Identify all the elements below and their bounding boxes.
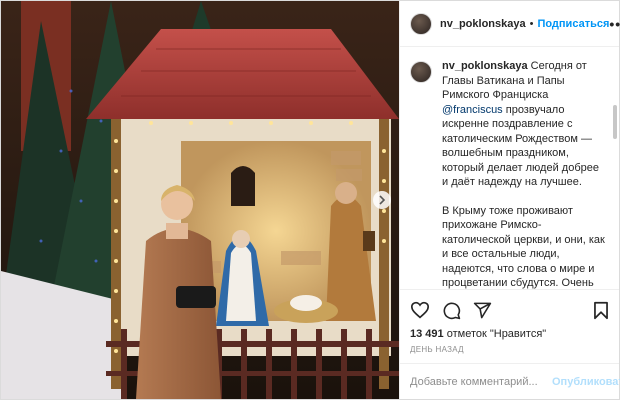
post-photo[interactable]: [1, 1, 399, 399]
caption-scrollbar[interactable]: [613, 105, 617, 139]
likes-count[interactable]: 13 491 отметок "Нравится": [410, 328, 609, 340]
comment-input[interactable]: [410, 375, 552, 388]
caption-area: nv_poklonskaya Сегодня от Главы Ватикана…: [400, 47, 619, 289]
caption-text-part2: прозвучало искренне поздравление с катол…: [442, 103, 599, 189]
instagram-post: nv_poklonskaya • Подписаться ••• nv_pokl…: [0, 0, 620, 400]
likes-number: 13 491: [410, 328, 444, 340]
caption-avatar[interactable]: [410, 61, 432, 83]
heart-icon[interactable]: [410, 301, 430, 319]
comment-bar: Опубликовать: [400, 363, 620, 399]
nativity-scene-image: [1, 1, 399, 399]
separator-dot: •: [529, 17, 534, 30]
likes-label: отметок "Нравится": [443, 328, 547, 340]
caption-username[interactable]: nv_poklonskaya: [442, 60, 528, 72]
share-icon[interactable]: [473, 301, 492, 320]
post-timestamp[interactable]: ДЕНЬ НАЗАД: [410, 345, 609, 354]
post-sidebar: nv_poklonskaya • Подписаться ••• nv_pokl…: [399, 1, 620, 399]
action-bar: 13 491 отметок "Нравится" ДЕНЬ НАЗАД: [400, 289, 619, 354]
post-header: nv_poklonskaya • Подписаться •••: [400, 1, 620, 47]
avatar[interactable]: [410, 12, 432, 35]
follow-button[interactable]: Подписаться: [537, 18, 609, 30]
more-options-icon[interactable]: •••: [609, 16, 620, 32]
bookmark-icon[interactable]: [593, 301, 609, 320]
mention-link[interactable]: @franciscus: [442, 104, 503, 116]
caption-text: nv_poklonskaya Сегодня от Главы Ватикана…: [442, 59, 607, 289]
comment-icon[interactable]: [442, 301, 461, 320]
caption-paragraph-2: В Крыму тоже проживают прихожане Римско-…: [442, 204, 605, 290]
publish-button[interactable]: Опубликовать: [552, 376, 620, 388]
username-link[interactable]: nv_poklonskaya: [440, 18, 526, 30]
next-arrow-glyph: [379, 195, 386, 205]
chevron-right-icon[interactable]: [373, 191, 391, 209]
